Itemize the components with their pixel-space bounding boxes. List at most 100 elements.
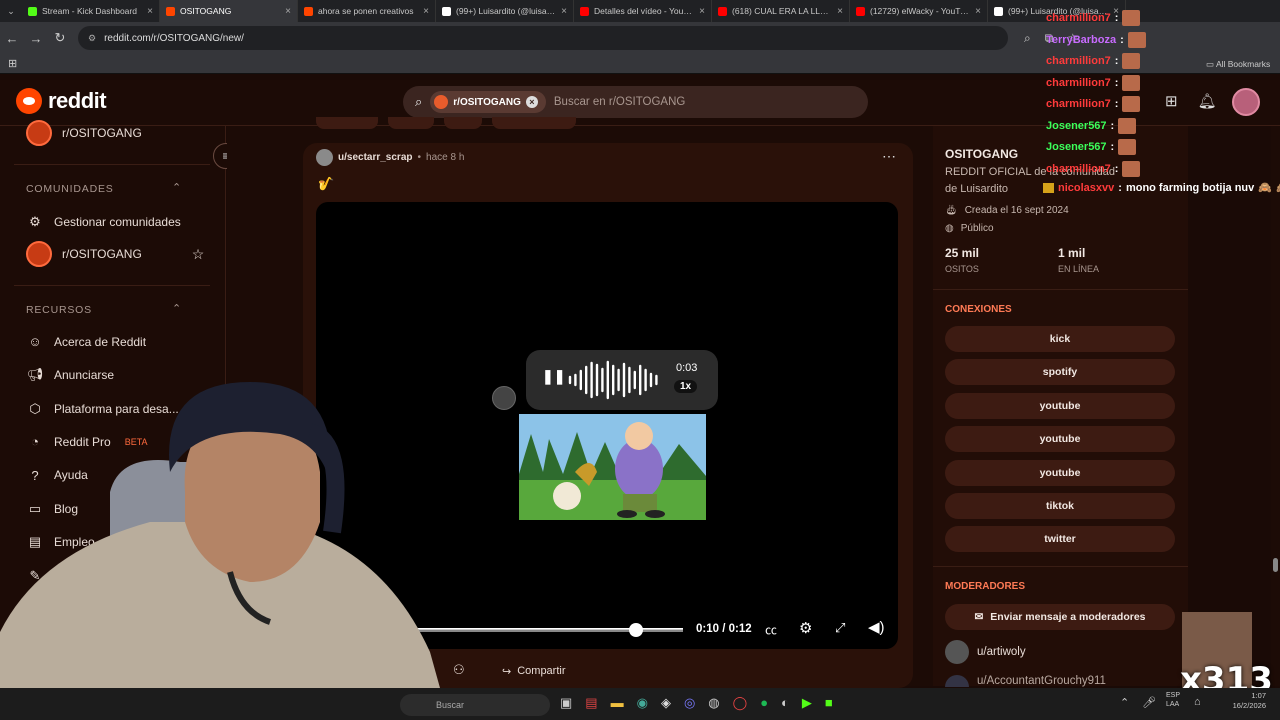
author-avatar[interactable] xyxy=(316,149,333,166)
fullscreen-icon[interactable]: ⤢ xyxy=(835,620,845,636)
taskbar: Buscar ▣ ▤ ▬ ◉ ◈ ◎ ◍ ◯ ● ◐ ▶ ■ ⌃ 🎤︎ ESP … xyxy=(0,688,1280,720)
connection-link[interactable]: youtube xyxy=(945,459,1175,486)
mic-icon[interactable]: 🎤︎ xyxy=(1142,696,1156,709)
steam-icon[interactable]: ◍ xyxy=(708,695,719,711)
voice-speed[interactable]: 1x xyxy=(674,380,698,393)
chat-colon: : xyxy=(1118,181,1122,194)
clear-chip-icon[interactable]: × xyxy=(525,96,538,108)
taskbar-search[interactable]: Buscar xyxy=(400,694,550,716)
moderator-item[interactable]: u/AccountantGrouchy911 xyxy=(945,675,1106,687)
settings-icon[interactable]: ⚙ xyxy=(799,619,812,637)
chrome-icon[interactable]: ◉ xyxy=(637,695,648,711)
chat-message: charmillion7 : xyxy=(1046,74,1141,91)
members-label: OSITOS xyxy=(945,264,979,274)
chat-colon: : xyxy=(1114,12,1119,24)
mail-icon: ✉ xyxy=(974,611,984,623)
tab-favicon-icon xyxy=(304,6,313,16)
message-moderators-button[interactable]: ✉ Enviar mensaje a moderadores xyxy=(945,604,1175,630)
browser-tab[interactable]: Stream - Kick Dashboard × xyxy=(22,0,160,22)
clock[interactable]: 1:07 16/2/2026 xyxy=(1214,691,1266,711)
communities-header[interactable]: COMUNIDADES xyxy=(26,183,114,195)
tab-title: (618) CUAL ERA LA LLAVE xyxy=(732,6,833,16)
chevron-up-icon[interactable]: ⌃ xyxy=(172,302,181,315)
post-time: hace 8 h xyxy=(426,152,465,163)
all-bookmarks[interactable]: ▭ All Bookmarks xyxy=(1206,59,1270,70)
pause-icon[interactable]: ❚❚ xyxy=(542,368,565,385)
reddit-logo[interactable]: reddit xyxy=(16,88,107,114)
site-info-icon[interactable]: ⚙ xyxy=(88,33,96,44)
meta-dot: • xyxy=(417,152,422,163)
app-icon[interactable]: ■ xyxy=(825,695,833,711)
close-tab-icon[interactable]: × xyxy=(561,6,567,17)
post-author[interactable]: u/sectarr_scrap xyxy=(338,152,413,163)
opera-icon[interactable]: ◯ xyxy=(733,695,748,711)
apps-icon[interactable]: ⊞ xyxy=(8,57,17,70)
connection-link[interactable]: twitter xyxy=(945,526,1175,553)
language-indicator[interactable]: ESP LAA xyxy=(1166,691,1180,709)
browser-tab[interactable]: (618) CUAL ERA LA LLAVE × xyxy=(712,0,850,22)
sidebar-item-ositogang[interactable]: r/OSITOGANG ☆ xyxy=(26,241,204,267)
chat-username: charmillion7 xyxy=(1046,162,1111,175)
browser-tab[interactable]: OSITOGANG × xyxy=(160,0,298,22)
close-tab-icon[interactable]: × xyxy=(285,6,291,17)
browser-tab[interactable]: ahora se ponen creativos × xyxy=(298,0,436,22)
connection-link[interactable]: youtube xyxy=(945,392,1175,419)
zoom-icon[interactable]: ⌕ xyxy=(1024,31,1031,46)
chat-username: Josener567 xyxy=(1046,119,1107,132)
tab-title: (99+) Luisardito (@luisard... xyxy=(456,6,557,16)
connection-link[interactable]: spotify xyxy=(945,359,1175,386)
chevron-up-icon[interactable]: ⌃ xyxy=(172,181,181,194)
folder-icon[interactable]: ▬ xyxy=(611,695,624,711)
connection-link[interactable]: tiktok xyxy=(945,493,1175,519)
reload-icon[interactable]: ↻ xyxy=(48,30,72,46)
browser-tab[interactable]: (12729) elWacky - YouTu... × xyxy=(850,0,988,22)
video-scrubber[interactable] xyxy=(628,623,643,637)
share-button[interactable]: ↪ Compartir xyxy=(492,658,576,684)
volume-icon[interactable]: ◀) xyxy=(868,618,885,636)
url-field[interactable]: ⚙ reddit.com/r/OSITOGANG/new/ xyxy=(78,26,1008,50)
close-tab-icon[interactable]: × xyxy=(975,6,981,17)
sidebar-item-manage-communities[interactable]: ⚙ Gestionar comunidades xyxy=(26,214,181,230)
task-view-icon[interactable]: ▣ xyxy=(560,695,572,711)
subreddit-chip[interactable]: r/OSITOGANG × xyxy=(430,91,546,113)
moderator-item[interactable]: u/artiwoly xyxy=(945,640,1026,664)
discord-icon[interactable]: ◎ xyxy=(684,695,695,711)
notifications-icon[interactable]: 🔔︎ xyxy=(1198,92,1217,110)
network-icon[interactable]: ⌂ xyxy=(1194,696,1201,708)
sidebar-item-resource[interactable]: ☺ Acerca de Reddit xyxy=(26,334,146,349)
create-post-icon[interactable]: ⊞ xyxy=(1165,92,1178,110)
tray-chevron-icon[interactable]: ⌃ xyxy=(1120,696,1129,709)
spotify-icon[interactable]: ● xyxy=(760,695,768,711)
reddit-wordmark: reddit xyxy=(48,88,107,113)
cake-icon: 🎂︎ xyxy=(945,205,958,216)
award-icon[interactable]: ⚇ xyxy=(453,662,465,678)
favorite-star-icon[interactable]: ☆ xyxy=(192,246,205,263)
browser-tab[interactable]: Detalles del vídeo - YouTu... × xyxy=(574,0,712,22)
captions-icon[interactable]: ㏄ xyxy=(765,621,777,638)
app-icon[interactable]: ◈ xyxy=(661,695,671,711)
back-icon[interactable]: ← xyxy=(0,31,24,46)
search-bar[interactable]: ⌕ r/OSITOGANG × Buscar en r/OSITOGANG xyxy=(403,86,868,118)
close-tab-icon[interactable]: × xyxy=(837,6,843,17)
page-scrollbar[interactable] xyxy=(1271,126,1280,686)
chat-username: TerryBarboza xyxy=(1046,33,1117,46)
kick-icon[interactable]: ▶ xyxy=(802,695,812,711)
sidebar-item-ositogang-top[interactable]: r/OSITOGANG xyxy=(26,120,142,146)
chat-username: charmillion7 xyxy=(1046,98,1111,110)
app-icon[interactable]: ▤ xyxy=(585,695,597,711)
close-tab-icon[interactable]: × xyxy=(423,6,429,17)
forward-icon[interactable]: → xyxy=(24,31,48,46)
app-icon[interactable]: ◐ xyxy=(781,695,789,711)
more-options-icon[interactable]: ⋯ xyxy=(882,148,896,165)
tab-favicon-icon xyxy=(28,6,37,16)
close-tab-icon[interactable]: × xyxy=(147,6,153,17)
connection-label: twitter xyxy=(1044,533,1076,546)
close-tab-icon[interactable]: × xyxy=(699,6,705,17)
connection-link[interactable]: kick xyxy=(945,326,1175,352)
connection-link[interactable]: youtube xyxy=(945,426,1175,453)
tab-search-icon[interactable]: ⌄ xyxy=(0,0,22,22)
browser-tab[interactable]: (99+) Luisardito (@luisard... × xyxy=(436,0,574,22)
folder-icon: ▭ xyxy=(1206,59,1215,69)
resources-header[interactable]: RECURSOS xyxy=(26,304,92,316)
user-avatar[interactable] xyxy=(1232,88,1260,116)
